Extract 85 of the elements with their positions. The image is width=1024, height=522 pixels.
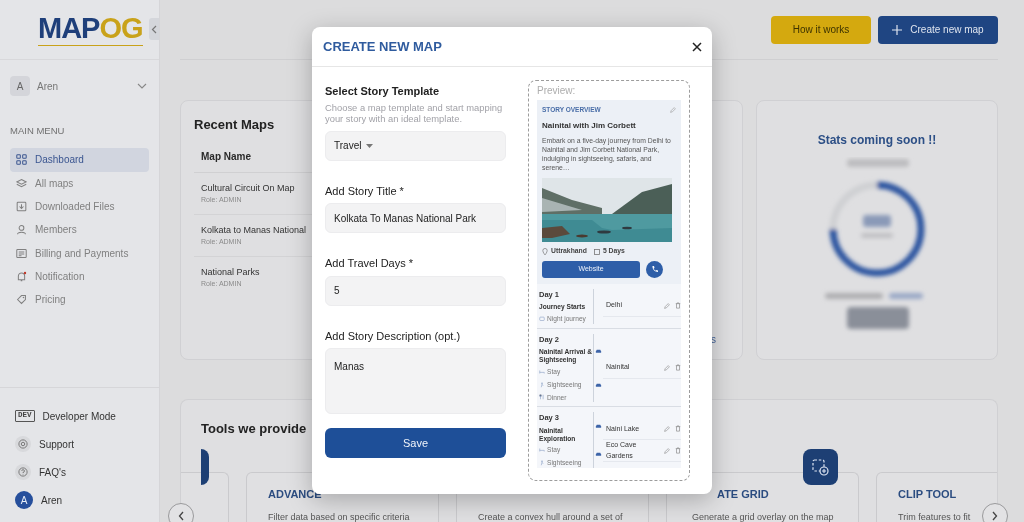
card-link[interactable]: s xyxy=(711,332,716,347)
logo: MAPOG xyxy=(38,13,143,46)
fork-knife-icon xyxy=(539,394,545,401)
next-button[interactable] xyxy=(982,503,1008,522)
pencil-icon[interactable] xyxy=(664,447,670,454)
car-icon xyxy=(594,382,602,389)
footer-link[interactable]: Support xyxy=(15,430,159,458)
map-name[interactable]: Kolkata to Manas National xyxy=(201,223,307,237)
save-button[interactable]: Save xyxy=(325,428,506,458)
person-icon xyxy=(16,224,27,236)
create-map-button[interactable]: Create new map xyxy=(878,15,998,44)
tool-description: Create a convex hull around a set of xyxy=(478,511,623,522)
receipt-icon xyxy=(16,247,27,259)
tool-title: ATE GRID xyxy=(717,486,769,499)
tag-icon xyxy=(16,294,27,306)
preview-label: Preview: xyxy=(537,85,577,97)
chevron-right-icon xyxy=(992,511,998,521)
map-name[interactable]: Cultural Circuit On Map xyxy=(201,181,295,195)
close-button[interactable] xyxy=(690,39,704,54)
scroll-tab[interactable] xyxy=(201,449,209,485)
story-title-field[interactable]: Kolkata To Manas National Park xyxy=(325,203,506,233)
layers-icon xyxy=(16,177,27,189)
pencil-icon[interactable] xyxy=(670,106,676,113)
map-name[interactable]: National Parks xyxy=(201,265,260,279)
floating-action-button[interactable] xyxy=(803,449,838,485)
card-title: Recent Maps xyxy=(194,116,275,134)
bed-icon xyxy=(539,368,545,375)
description-field[interactable]: Manas xyxy=(325,348,506,414)
tool-description: Trim features to fit xyxy=(898,511,971,522)
user-name: Aren xyxy=(41,493,63,508)
tool-card[interactable]: CLIP TOOL Trim features to fit xyxy=(876,471,997,522)
bell-icon xyxy=(16,270,27,282)
tool-title: ADVANCE xyxy=(268,486,322,499)
tool-description: Filter data based on specific criteria xyxy=(268,511,410,522)
footer-link[interactable]: FAQ's xyxy=(15,458,159,486)
travel-days-field[interactable]: 5 xyxy=(325,275,506,306)
hiker-icon xyxy=(539,381,545,388)
pencil-icon[interactable] xyxy=(664,425,670,432)
chevron-left-icon xyxy=(151,24,157,34)
trash-icon[interactable] xyxy=(675,364,681,372)
avatar: A xyxy=(15,491,33,509)
story-title: Nainital with Jim Corbett xyxy=(542,119,636,132)
menu-item[interactable]: Dashboard xyxy=(10,148,149,172)
plus-icon xyxy=(892,24,903,35)
field-hint: Choose a map template and start mapping your story with an ideal template. xyxy=(325,101,504,124)
close-icon xyxy=(692,41,702,52)
trash-icon[interactable] xyxy=(675,425,681,433)
calendar-icon xyxy=(593,248,600,255)
trash-icon[interactable] xyxy=(675,302,681,310)
caret-icon xyxy=(366,143,374,148)
question-icon xyxy=(15,464,31,480)
user-name: Aren xyxy=(37,79,59,94)
pencil-icon[interactable] xyxy=(664,364,670,371)
call-button[interactable] xyxy=(646,260,663,278)
car-icon xyxy=(594,451,602,458)
bed-icon xyxy=(539,447,545,454)
pencil-icon[interactable] xyxy=(664,302,670,309)
field-label: Add Story Title * xyxy=(325,183,404,199)
tool-title: CLIP TOOL xyxy=(898,486,957,499)
collapse-button[interactable] xyxy=(149,18,159,40)
grid-icon xyxy=(16,154,27,166)
car-icon xyxy=(594,347,602,354)
menu-heading: MAIN MENU xyxy=(10,124,65,138)
phone-icon xyxy=(650,265,659,274)
tool-description: Generate a grid overlay on the map xyxy=(692,511,834,522)
how-it-works-button[interactable]: How it works xyxy=(771,15,871,44)
field-label: Add Story Description (opt.) xyxy=(325,328,461,344)
card-title: Tools we provide xyxy=(201,420,307,438)
hiker-icon xyxy=(539,460,545,467)
car-icon xyxy=(594,423,602,430)
card-title: Stats coming soon !! xyxy=(817,132,937,149)
field-label: Select Story Template xyxy=(325,84,440,99)
template-select[interactable]: Travel xyxy=(325,130,506,161)
chevron-down-icon[interactable] xyxy=(137,83,147,89)
chevron-left-icon xyxy=(178,511,184,521)
avatar: A xyxy=(10,76,30,96)
selection-add-icon xyxy=(812,458,829,476)
download-icon xyxy=(16,201,27,212)
field-label: Add Travel Days * xyxy=(325,256,414,271)
menu-item[interactable]: All maps xyxy=(10,171,149,195)
pin-icon xyxy=(542,248,548,256)
modal-title: CREATE NEW MAP xyxy=(323,37,442,56)
previous-button[interactable] xyxy=(168,503,194,522)
lifebuoy-icon xyxy=(15,436,31,452)
trash-icon[interactable] xyxy=(675,447,681,455)
